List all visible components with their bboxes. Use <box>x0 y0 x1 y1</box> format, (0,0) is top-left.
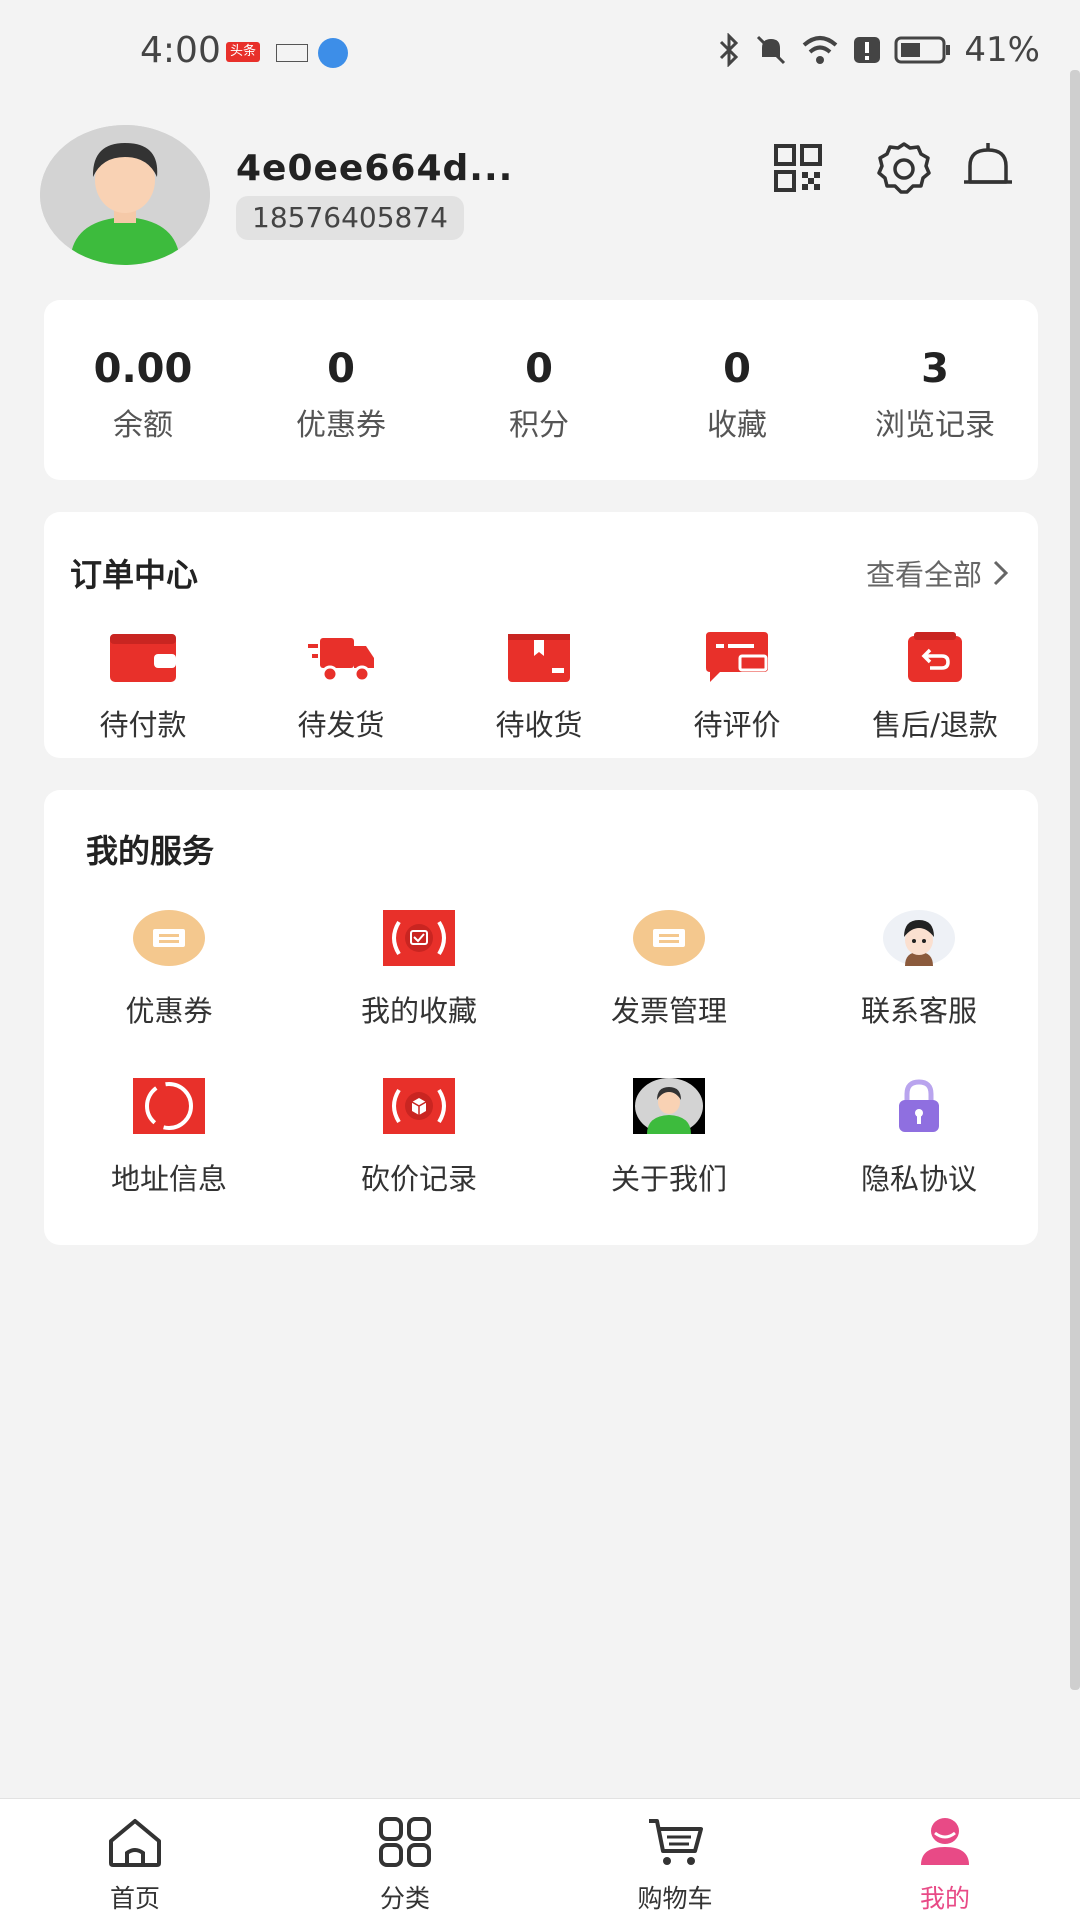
notification-app-icon <box>276 44 308 62</box>
stat-value: 0 <box>723 346 751 392</box>
view-all-label: 查看全部 <box>865 558 982 592</box>
stat-label: 浏览记录 <box>875 408 995 443</box>
tab-cart[interactable]: 购物车 <box>595 1815 755 1915</box>
phone-number: 18576405874 <box>236 196 464 240</box>
service-label: 优惠券 <box>125 994 213 1028</box>
order-label: 待付款 <box>99 708 187 742</box>
notification-bell-icon[interactable] <box>958 138 1018 198</box>
stat-label: 收藏 <box>707 408 767 443</box>
settings-gear-icon[interactable] <box>874 138 934 198</box>
stat-favorites[interactable]: 0 收藏 <box>638 300 836 444</box>
service-contact-support[interactable]: 联系客服 <box>794 910 1044 1030</box>
order-after-sales-refund[interactable]: 售后/退款 <box>836 630 1034 744</box>
order-label: 待评价 <box>693 708 781 742</box>
battery-percent: 41% <box>964 30 1040 70</box>
stat-balance[interactable]: 0.00 余额 <box>44 300 242 444</box>
customer-service-avatar-icon <box>883 910 955 966</box>
service-address-info[interactable]: 地址信息 <box>44 1078 294 1198</box>
order-center-card: 订单中心 查看全部 待付款 待发货 待收货 待评价 售后/退款 <box>44 512 1038 758</box>
bargain-icon <box>383 1078 455 1134</box>
status-right-group: 41% <box>716 30 1040 70</box>
my-services-title: 我的服务 <box>86 832 215 870</box>
stat-value: 0 <box>327 346 355 392</box>
privacy-lock-icon <box>899 1079 939 1132</box>
service-invoice-management[interactable]: 发票管理 <box>544 910 794 1030</box>
category-grid-icon <box>379 1817 431 1867</box>
qr-code-icon[interactable] <box>768 138 828 198</box>
service-label: 砍价记录 <box>360 1162 477 1196</box>
order-center-title: 订单中心 <box>70 556 199 594</box>
scrollbar[interactable] <box>1070 70 1080 1690</box>
status-bar: 4:00 头条 41% <box>0 0 1080 100</box>
wallet-icon <box>110 634 176 682</box>
stat-coupons[interactable]: 0 优惠券 <box>242 300 440 444</box>
review-chat-icon <box>706 632 768 682</box>
coupon-icon <box>133 910 205 966</box>
order-pending-review[interactable]: 待评价 <box>638 630 836 744</box>
news-app-badge: 头条 <box>226 42 261 62</box>
mute-bell-icon <box>757 35 786 65</box>
service-label: 隐私协议 <box>860 1162 977 1196</box>
refund-bag-icon <box>908 632 962 682</box>
stat-points[interactable]: 0 积分 <box>440 300 638 444</box>
bluetooth-icon <box>720 33 739 67</box>
stat-value: 0 <box>525 346 553 392</box>
service-label: 关于我们 <box>610 1162 727 1196</box>
cart-icon <box>649 1819 703 1865</box>
service-label: 发票管理 <box>610 994 727 1028</box>
order-pending-shipment[interactable]: 待发货 <box>242 630 440 744</box>
stat-value: 0.00 <box>93 346 193 392</box>
user-avatar[interactable] <box>40 125 210 265</box>
order-label: 售后/退款 <box>872 708 998 742</box>
status-time: 4:00 <box>140 30 221 71</box>
bottom-tab-bar: 首页 分类 购物车 我的 <box>0 1798 1080 1921</box>
stat-label: 积分 <box>509 408 569 443</box>
chevron-right-icon <box>993 560 1009 586</box>
home-icon <box>109 1819 161 1867</box>
delivery-truck-icon <box>308 638 374 683</box>
invoice-icon <box>633 910 705 966</box>
profile-icon <box>921 1818 969 1865</box>
stat-history[interactable]: 3 浏览记录 <box>836 300 1034 444</box>
tab-label: 分类 <box>379 1884 430 1913</box>
tab-home[interactable]: 首页 <box>55 1815 215 1915</box>
order-pending-receipt[interactable]: 待收货 <box>440 630 638 744</box>
stats-card: 0.00 余额 0 优惠券 0 积分 0 收藏 3 浏览记录 <box>44 300 1038 480</box>
service-label: 联系客服 <box>860 994 977 1028</box>
tab-label: 首页 <box>109 1884 160 1913</box>
favorites-icon <box>383 910 455 966</box>
about-us-avatar-icon <box>633 1078 705 1134</box>
service-label: 地址信息 <box>110 1162 227 1196</box>
tab-label: 我的 <box>919 1884 970 1913</box>
wifi-icon <box>803 36 838 64</box>
username: 4e0ee664d... <box>236 148 514 189</box>
tab-category[interactable]: 分类 <box>325 1815 485 1915</box>
order-label: 待发货 <box>297 708 385 742</box>
service-about-us[interactable]: 关于我们 <box>544 1078 794 1198</box>
stat-label: 余额 <box>113 408 173 443</box>
address-icon <box>133 1078 205 1134</box>
avatar-person-icon <box>40 125 210 265</box>
my-services-card: 我的服务 优惠券 我的收藏 发票管理 联系客服 地址信息 砍价记录 关于我们 隐… <box>44 790 1038 1245</box>
service-privacy-policy[interactable]: 隐私协议 <box>794 1078 1044 1198</box>
service-bargain-records[interactable]: 砍价记录 <box>294 1078 544 1198</box>
view-all-orders-link[interactable]: 查看全部 <box>866 552 1012 594</box>
tab-label: 购物车 <box>637 1884 713 1913</box>
stat-value: 3 <box>921 346 949 392</box>
battery-icon <box>894 36 951 64</box>
browser-app-icon <box>318 38 348 68</box>
order-label: 待收货 <box>495 708 583 742</box>
service-label: 我的收藏 <box>360 994 477 1028</box>
package-icon <box>508 634 570 682</box>
order-pending-payment[interactable]: 待付款 <box>44 630 242 744</box>
alert-icon <box>854 37 881 63</box>
service-my-favorites[interactable]: 我的收藏 <box>294 910 544 1030</box>
service-coupons[interactable]: 优惠券 <box>44 910 294 1030</box>
tab-mine[interactable]: 我的 <box>865 1815 1025 1915</box>
stat-label: 优惠券 <box>296 408 386 443</box>
